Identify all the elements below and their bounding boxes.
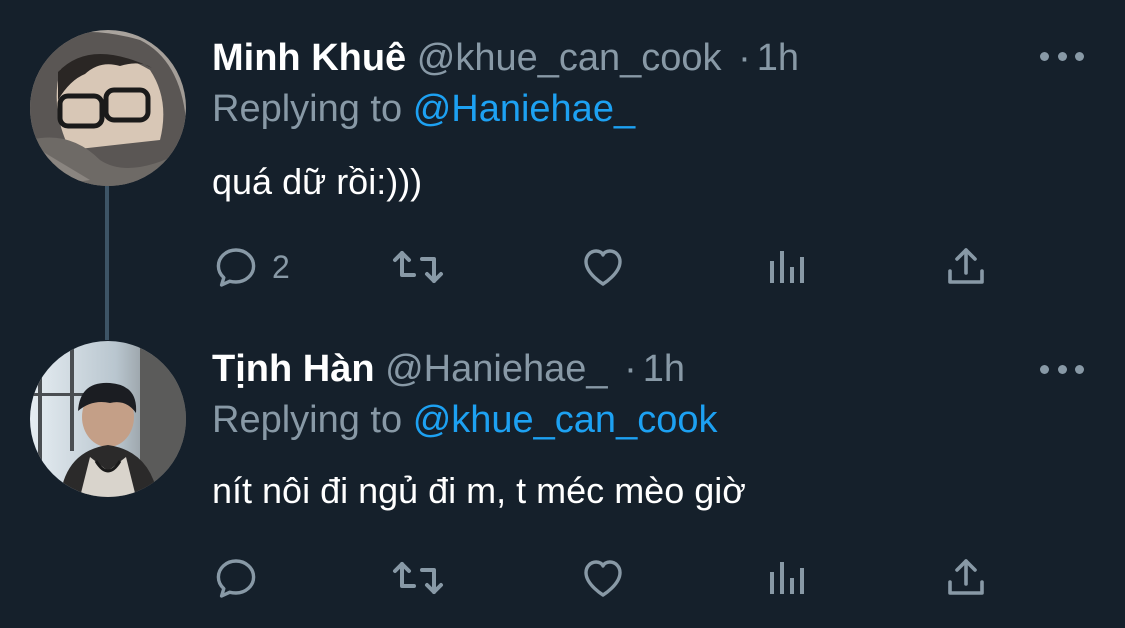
user-handle[interactable]: @Haniehae_: [385, 348, 607, 390]
more-options-button[interactable]: [1040, 357, 1084, 381]
more-icon: [1057, 364, 1067, 374]
reply-button[interactable]: 2: [212, 242, 290, 292]
replying-to-link[interactable]: @khue_can_cook: [413, 399, 718, 441]
share-button[interactable]: [942, 553, 990, 603]
tweet-thread: Minh Khuê @khue_can_cook · 1h Replying to…: [0, 0, 1125, 628]
like-button[interactable]: [578, 553, 628, 603]
more-icon: [1075, 51, 1084, 61]
retweet-icon: [393, 251, 443, 283]
reply-icon: [216, 559, 256, 598]
reply-button[interactable]: [212, 553, 272, 603]
analytics-icon: [770, 562, 804, 594]
analytics-icon: [770, 251, 804, 283]
tweet-actions: 2: [0, 242, 1125, 292]
retweet-button[interactable]: [390, 242, 446, 292]
display-name[interactable]: Tịnh Hàn: [212, 348, 375, 390]
more-icon: [1075, 364, 1084, 374]
tweet-header: Tịnh Hàn @Haniehae_ · 1h: [212, 347, 685, 391]
timestamp[interactable]: 1h: [757, 37, 799, 79]
retweet-icon: [393, 562, 443, 594]
separator-dot: ·: [738, 37, 751, 79]
retweet-button[interactable]: [390, 553, 446, 603]
replying-to-label: Replying to: [212, 88, 403, 130]
tweet-text: quá dữ rồi:))): [212, 161, 423, 202]
replying-to: Replying to @khue_can_cook: [212, 398, 717, 442]
avatar-photo: [30, 30, 186, 186]
analytics-button[interactable]: [762, 553, 810, 603]
more-icon: [1040, 364, 1049, 374]
share-button[interactable]: [942, 242, 990, 292]
replying-to-link[interactable]: @Haniehae_: [413, 88, 635, 130]
more-options-button[interactable]: [1040, 44, 1084, 68]
tweet-actions: [0, 553, 1125, 603]
replying-to-label: Replying to: [212, 399, 403, 441]
avatar[interactable]: [30, 30, 186, 186]
user-handle[interactable]: @khue_can_cook: [417, 37, 722, 79]
avatar-photo: [30, 341, 186, 497]
heart-icon: [584, 560, 622, 597]
more-icon: [1057, 51, 1067, 61]
avatar[interactable]: [30, 341, 186, 497]
reply-icon: [216, 248, 256, 287]
tweet-text: nít nôi đi ngủ đi m, t méc mèo giờ: [212, 470, 746, 511]
more-icon: [1040, 51, 1049, 61]
like-button[interactable]: [578, 242, 628, 292]
display-name[interactable]: Minh Khuê: [212, 37, 406, 79]
tweet-header: Minh Khuê @khue_can_cook · 1h: [212, 36, 799, 80]
share-icon: [948, 559, 984, 595]
reply-count: 2: [272, 248, 290, 285]
analytics-button[interactable]: [762, 242, 810, 292]
share-icon: [948, 248, 984, 284]
separator-dot: ·: [624, 348, 637, 390]
replying-to: Replying to @Haniehae_: [212, 87, 635, 131]
timestamp[interactable]: 1h: [643, 348, 685, 390]
heart-icon: [584, 249, 622, 286]
